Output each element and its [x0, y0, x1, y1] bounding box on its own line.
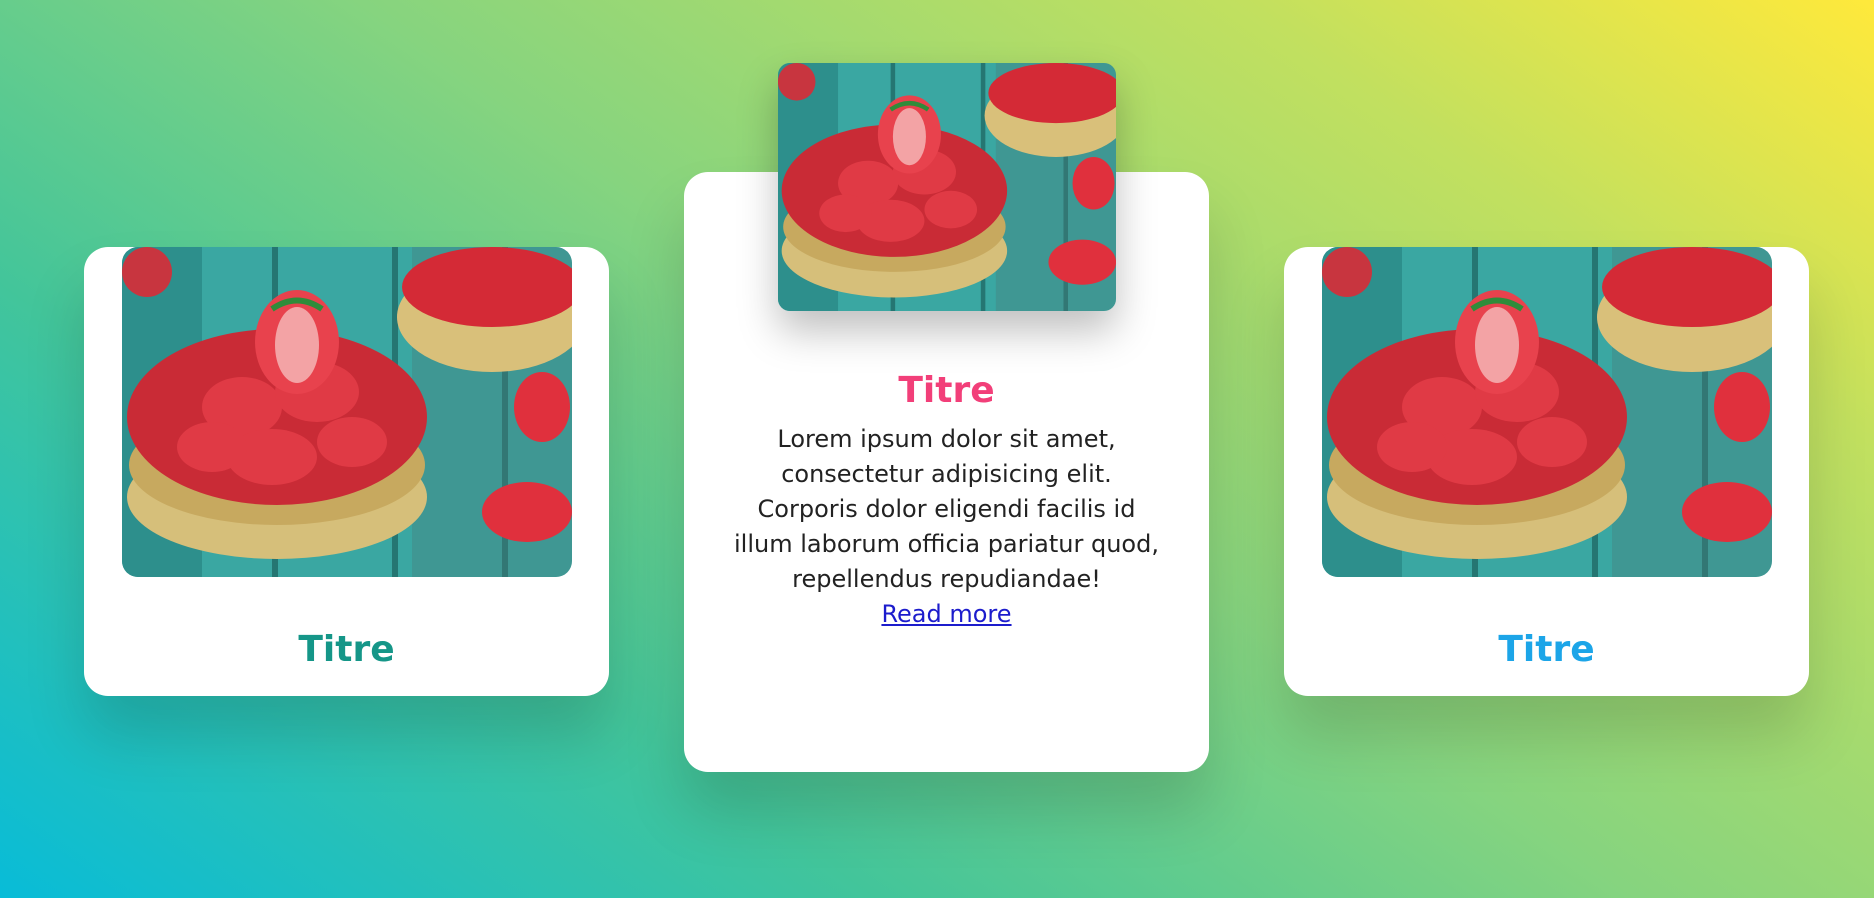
strawberry-tart-image [1322, 247, 1772, 577]
card-title: Titre [1498, 629, 1595, 670]
card-title: Titre [898, 370, 995, 411]
strawberry-tart-image [778, 63, 1116, 311]
card-title: Titre [298, 629, 395, 670]
description-line: consectetur adipisicing elit. [781, 460, 1112, 488]
description-line: illum laborum officia pariatur quod, [734, 530, 1159, 558]
description-line: Lorem ipsum dolor sit amet, [777, 425, 1116, 453]
description-line: Corporis dolor eligendi facilis id [757, 495, 1136, 523]
strawberry-tart-image [122, 247, 572, 577]
strawberry-tart-image [1322, 247, 1772, 577]
strawberry-tart-image [778, 63, 1116, 311]
card-description: Lorem ipsum dolor sit amet, consectetur … [724, 422, 1169, 632]
card-right: Titre [1284, 247, 1809, 696]
description-line: repellendus repudiandae! [792, 565, 1101, 593]
card-left: Titre [84, 247, 609, 696]
strawberry-tart-image [122, 247, 572, 577]
read-more-link[interactable]: Read more [881, 597, 1011, 632]
